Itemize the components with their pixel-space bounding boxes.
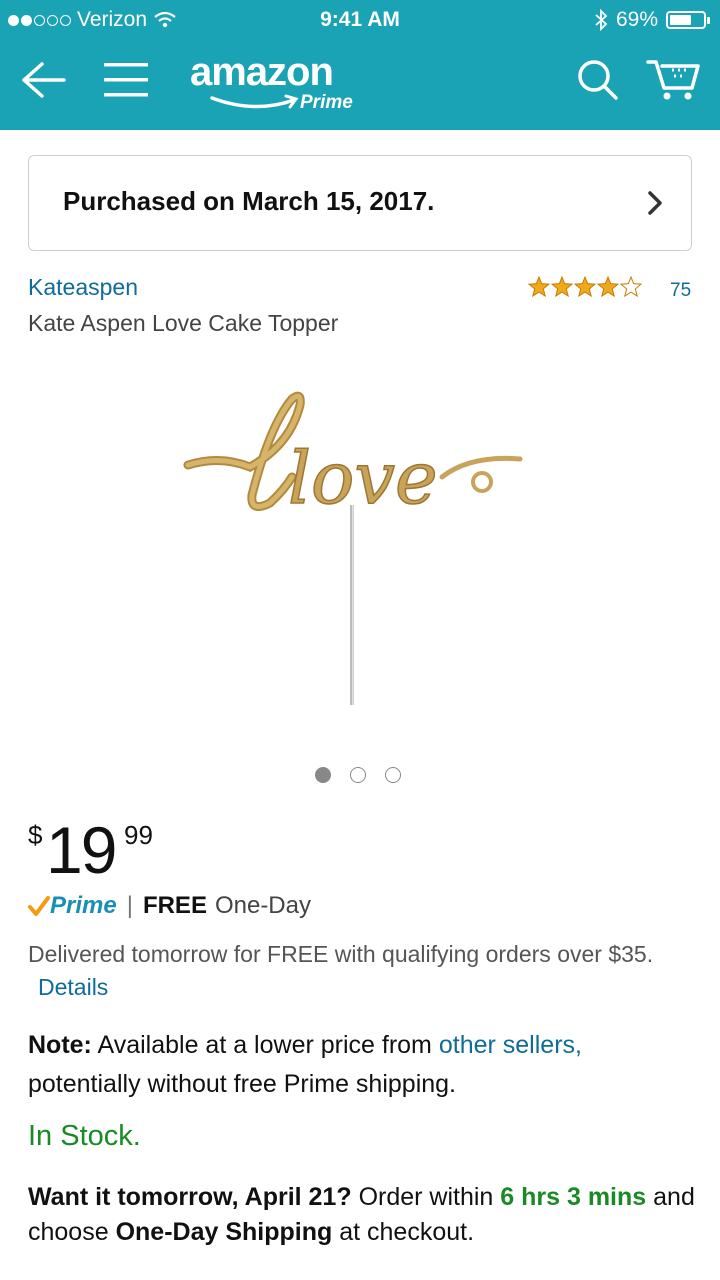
- status-right: 69%: [594, 8, 710, 32]
- carousel-dot-2[interactable]: [350, 767, 366, 783]
- brand-link[interactable]: Kateaspen: [28, 274, 138, 301]
- details-link[interactable]: Details: [38, 974, 108, 1000]
- delivery-info: Delivered tomorrow for FREE with qualify…: [28, 938, 688, 1004]
- price-whole: 19: [46, 813, 117, 887]
- note-label: Note:: [28, 1031, 92, 1059]
- top-navigation-bar: amazon Prime: [0, 40, 720, 130]
- stock-status: In Stock.: [28, 1120, 141, 1152]
- smile-arrow-icon: [210, 94, 299, 109]
- amazon-prime-logo[interactable]: amazon Prime: [190, 50, 353, 113]
- delivery-text: Delivered tomorrow for FREE with qualify…: [28, 941, 654, 967]
- price-note: Note: Available at a lower price from ot…: [28, 1026, 698, 1104]
- search-icon[interactable]: [576, 58, 620, 102]
- carousel-dot-3[interactable]: [385, 767, 401, 783]
- star-rating-icon: [528, 276, 642, 297]
- product-image[interactable]: love: [180, 385, 540, 715]
- shipping-speed: One-Day: [214, 892, 311, 919]
- rating-count[interactable]: 75: [670, 280, 691, 302]
- delivery-promise: Want it tomorrow, April 21? Order within…: [28, 1180, 698, 1250]
- logo-wordmark: amazon: [190, 50, 334, 94]
- logo-prime-text: Prime: [300, 92, 353, 113]
- product-title: Kate Aspen Love Cake Topper: [28, 310, 339, 336]
- shipping-option: One-Day Shipping: [115, 1218, 333, 1246]
- hamburger-menu-icon[interactable]: [102, 60, 150, 100]
- back-arrow-icon[interactable]: [20, 60, 66, 100]
- cart-icon[interactable]: [646, 56, 700, 102]
- prime-shipping-line: Prime | FREE One-Day: [28, 892, 311, 920]
- chevron-right-icon: [648, 191, 662, 215]
- price-fraction: 99: [124, 820, 153, 850]
- carousel-dot-1[interactable]: [315, 767, 331, 783]
- other-sellers-link[interactable]: other sellers,: [439, 1031, 582, 1059]
- prime-badge: Prime: [50, 892, 117, 919]
- countdown-timer: 6 hrs 3 mins: [500, 1183, 647, 1211]
- bluetooth-icon: [595, 9, 608, 31]
- topper-lettering: love: [288, 436, 438, 520]
- battery-icon: [666, 11, 710, 29]
- separator: |: [126, 892, 133, 919]
- purchase-history-card[interactable]: Purchased on March 15, 2017.: [28, 155, 692, 251]
- battery-level-fill: [670, 15, 692, 25]
- want-it-lead: Want it tomorrow, April 21?: [28, 1183, 352, 1211]
- status-bar: Verizon 9:41 AM 69%: [0, 0, 720, 40]
- note-text-before: Available at a lower price from: [97, 1031, 432, 1059]
- order-within-text: Order within: [358, 1183, 494, 1211]
- star-rating[interactable]: [528, 276, 644, 298]
- battery-percent: 69%: [615, 8, 658, 31]
- prime-checkmark-icon: [28, 896, 50, 916]
- image-carousel-dots: [315, 767, 401, 783]
- free-label: FREE: [142, 892, 207, 919]
- purchase-date-text: Purchased on March 15, 2017.: [63, 186, 435, 216]
- price-currency: $: [28, 820, 43, 850]
- at-checkout-text: at checkout.: [339, 1218, 475, 1246]
- note-text-after: potentially without free Prime shipping.: [28, 1070, 457, 1098]
- love-cake-topper-image: love: [183, 391, 523, 705]
